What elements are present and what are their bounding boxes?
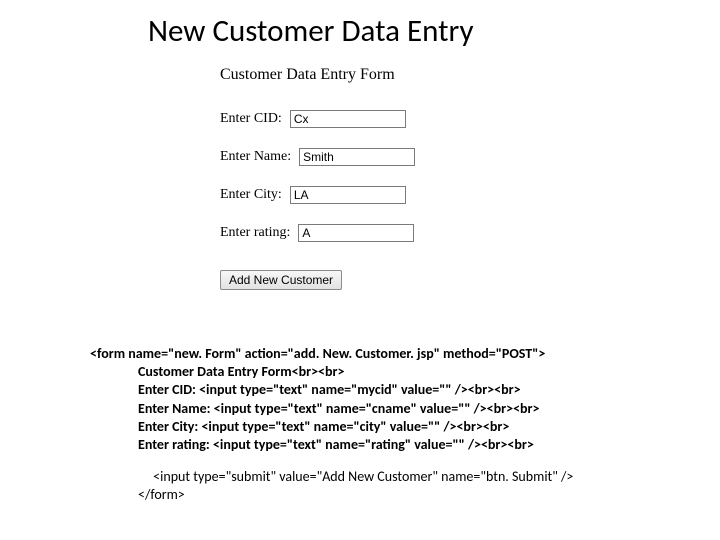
city-input[interactable] [290, 186, 406, 204]
form-heading: Customer Data Entry Form [220, 66, 415, 84]
code-line-1: <form name="new. Form" action="add. New.… [90, 345, 573, 363]
code-line-4: Enter Name: <input type="text" name="cna… [90, 400, 573, 418]
code-line-2: Customer Data Entry Form<br><br> [90, 363, 573, 381]
city-label: Enter City: [220, 187, 282, 203]
code-line-7: <input type="submit" value="Add New Cust… [90, 468, 573, 486]
city-row: Enter City: [220, 186, 415, 204]
code-line-6: Enter rating: <input type="text" name="r… [90, 436, 573, 454]
code-line-3: Enter CID: <input type="text" name="myci… [90, 381, 573, 399]
form-area: Customer Data Entry Form Enter CID: Ente… [220, 66, 415, 290]
name-input[interactable] [299, 148, 415, 166]
code-line-8: </form> [90, 486, 573, 504]
name-row: Enter Name: [220, 148, 415, 166]
cid-label: Enter CID: [220, 111, 282, 127]
rating-row: Enter rating: [220, 224, 415, 242]
rating-label: Enter rating: [220, 225, 290, 241]
cid-input[interactable] [290, 110, 406, 128]
code-spacer [90, 454, 573, 468]
code-line-5: Enter City: <input type="text" name="cit… [90, 418, 573, 436]
add-customer-button[interactable]: Add New Customer [220, 270, 342, 290]
rating-input[interactable] [298, 224, 414, 242]
slide-title: New Customer Data Entry [148, 12, 474, 50]
cid-row: Enter CID: [220, 110, 415, 128]
name-label: Enter Name: [220, 149, 291, 165]
code-block: <form name="new. Form" action="add. New.… [90, 345, 573, 505]
